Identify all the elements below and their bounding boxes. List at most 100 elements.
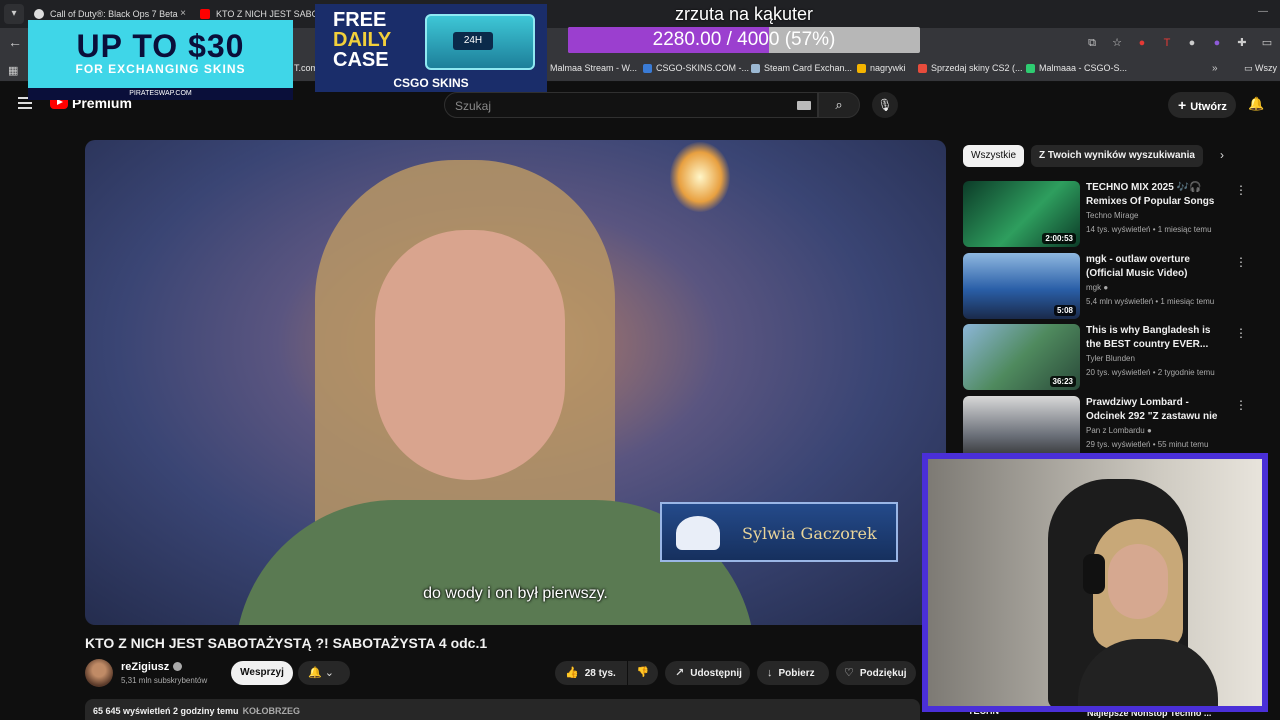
voice-search-button[interactable]: 🎙 — [872, 92, 898, 118]
extension-tp-icon[interactable]: T — [1160, 36, 1174, 50]
bookmark-item[interactable]: Sprzedaj skiny CS2 (... — [918, 63, 1023, 73]
channel-avatar[interactable] — [85, 659, 113, 687]
back-arrow-icon[interactable]: ← — [8, 34, 22, 50]
ad-line-2: DAILY — [333, 29, 392, 51]
bookmark-favicon-icon — [918, 64, 927, 73]
bookmark-label: nagrywki — [870, 63, 906, 73]
recommendation-item[interactable]: 36:23 This is why Bangladesh is the BEST… — [963, 324, 1253, 390]
webcam-person-face — [1108, 544, 1168, 619]
chevron-down-icon[interactable]: ▾ — [4, 4, 24, 24]
bookmarks-more-icon[interactable]: » — [1212, 63, 1218, 74]
bookmark-favicon-icon — [643, 64, 652, 73]
download-icon: ↓ — [767, 667, 773, 679]
case-tag: 24H — [453, 32, 493, 50]
search-input[interactable] — [455, 97, 785, 115]
bell-icon: 🔔 — [308, 667, 322, 679]
extension-purple-icon[interactable]: ● — [1210, 36, 1224, 50]
channel-name-text: Pan z Lombardu — [1086, 426, 1145, 435]
recommendation-item[interactable]: 5:08 mgk - outlaw overture (Official Mus… — [963, 253, 1253, 319]
video-duration: 2:00:53 — [1042, 233, 1076, 244]
recommendation-item[interactable]: 2:00:53 TECHNO MIX 2025 🎶🎧 Remixes Of Po… — [963, 181, 1253, 247]
like-button[interactable]: 👍 28 tys. — [555, 661, 627, 685]
tab-label: KTO Z NICH JEST SABOTAŻYSTA — [216, 9, 316, 19]
channel-name-text: mgk — [1086, 283, 1102, 292]
recommendation-channel[interactable]: Techno Mirage — [1086, 211, 1138, 220]
thanks-label: Podziękuj — [859, 668, 907, 679]
location-tag[interactable]: KOŁOBRZEG — [243, 706, 301, 716]
bookmark-folder[interactable]: ▭ Wszy — [1244, 63, 1277, 74]
bookmark-favicon-icon — [857, 64, 866, 73]
recommendation-title[interactable]: mgk - outlaw overture (Official Music Vi… — [1086, 253, 1228, 281]
webcam-overlay — [922, 453, 1268, 712]
bookmark-item[interactable]: Malmaaa - CSGO-S... — [1026, 63, 1127, 73]
support-button[interactable]: Wesprzyj — [231, 661, 293, 685]
toolbar-icons: ⧉ ☆ ● T ● ● ✚ ▭ — [1085, 36, 1274, 50]
subscriber-count: 5,31 mln subskrybentów — [121, 676, 208, 685]
extension-gray-icon[interactable]: ● — [1185, 36, 1199, 50]
description-box[interactable]: 65 645 wyświetleń 2 godziny temu KOŁOBRZE… — [85, 699, 920, 720]
extensions-puzzle-icon[interactable]: ✚ — [1235, 36, 1249, 50]
bookmark-label: CSGO-SKINS.COM -... — [656, 63, 750, 73]
chevron-down-icon: ⌄ — [324, 667, 334, 679]
more-options-icon[interactable]: ⋮ — [1235, 398, 1247, 412]
recommendation-meta: 29 tys. wyświetleń • 55 minut temu — [1086, 440, 1209, 449]
plus-icon: + — [1178, 97, 1187, 113]
thumbs-up-icon: 👍 — [565, 667, 579, 679]
recommendation-title[interactable]: Prawdziwy Lombard - Odcinek 292 "Z zasta… — [1086, 396, 1228, 424]
recommendation-channel[interactable]: Pan z Lombardu ● — [1086, 426, 1152, 435]
video-player[interactable]: Sylwia Gaczorek do wody i on był pierwsz… — [85, 140, 946, 625]
tab-favicon-icon — [34, 9, 44, 19]
more-options-icon[interactable]: ⋮ — [1235, 326, 1247, 340]
share-label: Udostępnij — [690, 668, 742, 679]
install-icon[interactable]: ⧉ — [1085, 36, 1099, 50]
video-thumbnail[interactable]: 36:23 — [963, 324, 1080, 390]
video-subtitle: do wody i on był pierwszy. — [423, 585, 608, 602]
channel-name[interactable]: reZigiusz — [121, 661, 183, 673]
bookmark-item[interactable]: Steam Card Exchan... — [751, 63, 852, 73]
participant-name: Sylwia Gaczorek — [742, 524, 877, 543]
download-button[interactable]: ↓ Pobierz — [757, 661, 829, 685]
subscription-bell-button[interactable]: 🔔 ⌄ — [298, 661, 350, 685]
ad-headline: UP TO $30 — [76, 28, 245, 64]
like-count: 28 tys. — [584, 668, 616, 679]
chip-all[interactable]: Wszystkie — [963, 145, 1024, 167]
recommendation-channel[interactable]: Tyler Blunden — [1086, 354, 1135, 363]
video-title: KTO Z NICH JEST SABOTAŻYSTĄ ?! SABOTAŻYS… — [85, 635, 488, 651]
search-button[interactable]: ⌕ — [818, 92, 860, 118]
more-options-icon[interactable]: ⋮ — [1235, 183, 1247, 197]
apps-grid-icon[interactable]: ▦ — [8, 64, 18, 77]
participant-nameplate: Sylwia Gaczorek — [660, 502, 898, 562]
recommendation-title[interactable]: This is why Bangladesh is the BEST count… — [1086, 324, 1228, 352]
recommendation-meta: 5,4 mln wyświetleń • 1 miesiąc temu — [1086, 297, 1215, 306]
bookmark-item[interactable]: CSGO-SKINS.COM -... — [643, 63, 749, 73]
extension-red-icon[interactable]: ● — [1135, 36, 1149, 50]
bookmark-item[interactable]: Malmaa Stream - W... — [550, 63, 637, 73]
create-label: Utwórz — [1190, 101, 1227, 113]
views-and-time: 65 645 wyświetleń 2 godziny temu — [93, 706, 239, 716]
bookmark-star-icon[interactable]: ☆ — [1110, 36, 1124, 50]
share-icon: ↗ — [675, 667, 685, 679]
video-thumbnail[interactable]: 5:08 — [963, 253, 1080, 319]
ad-line-3: CASE — [333, 49, 389, 71]
keyboard-icon[interactable] — [797, 101, 811, 110]
search-box[interactable] — [444, 92, 818, 118]
video-duration: 36:23 — [1049, 376, 1076, 387]
share-button[interactable]: ↗ Udostępnij — [665, 661, 750, 685]
bookmark-item[interactable]: nagrywki — [857, 63, 906, 73]
bookmark-label: Malmaaa - CSGO-S... — [1039, 63, 1128, 73]
dislike-button[interactable]: 👎 — [628, 661, 658, 685]
pirateswap-ad: UP TO $30 FOR EXCHANGING SKINS PIRATESWA… — [28, 20, 293, 100]
thanks-button[interactable]: ♡ Podziękuj — [836, 661, 916, 685]
notifications-bell-icon[interactable]: 🔔 — [1248, 96, 1264, 112]
more-options-icon[interactable]: ⋮ — [1235, 255, 1247, 269]
video-thumbnail[interactable]: 2:00:53 — [963, 181, 1080, 247]
chip-from-search[interactable]: Z Twoich wyników wyszukiwania — [1031, 145, 1203, 167]
recommendation-title[interactable]: TECHNO MIX 2025 🎶🎧 Remixes Of Popular So… — [1086, 181, 1228, 209]
recommendation-channel[interactable]: mgk ● — [1086, 283, 1108, 292]
chevron-right-icon[interactable]: › — [1220, 148, 1224, 162]
create-button[interactable]: + Utwórz — [1168, 92, 1236, 118]
ad-line-1: FREE — [333, 9, 387, 31]
bookmark-label: Steam Card Exchan... — [764, 63, 853, 73]
profile-icon[interactable]: ▭ — [1260, 36, 1274, 50]
minimize-icon[interactable]: — — [1258, 6, 1268, 17]
